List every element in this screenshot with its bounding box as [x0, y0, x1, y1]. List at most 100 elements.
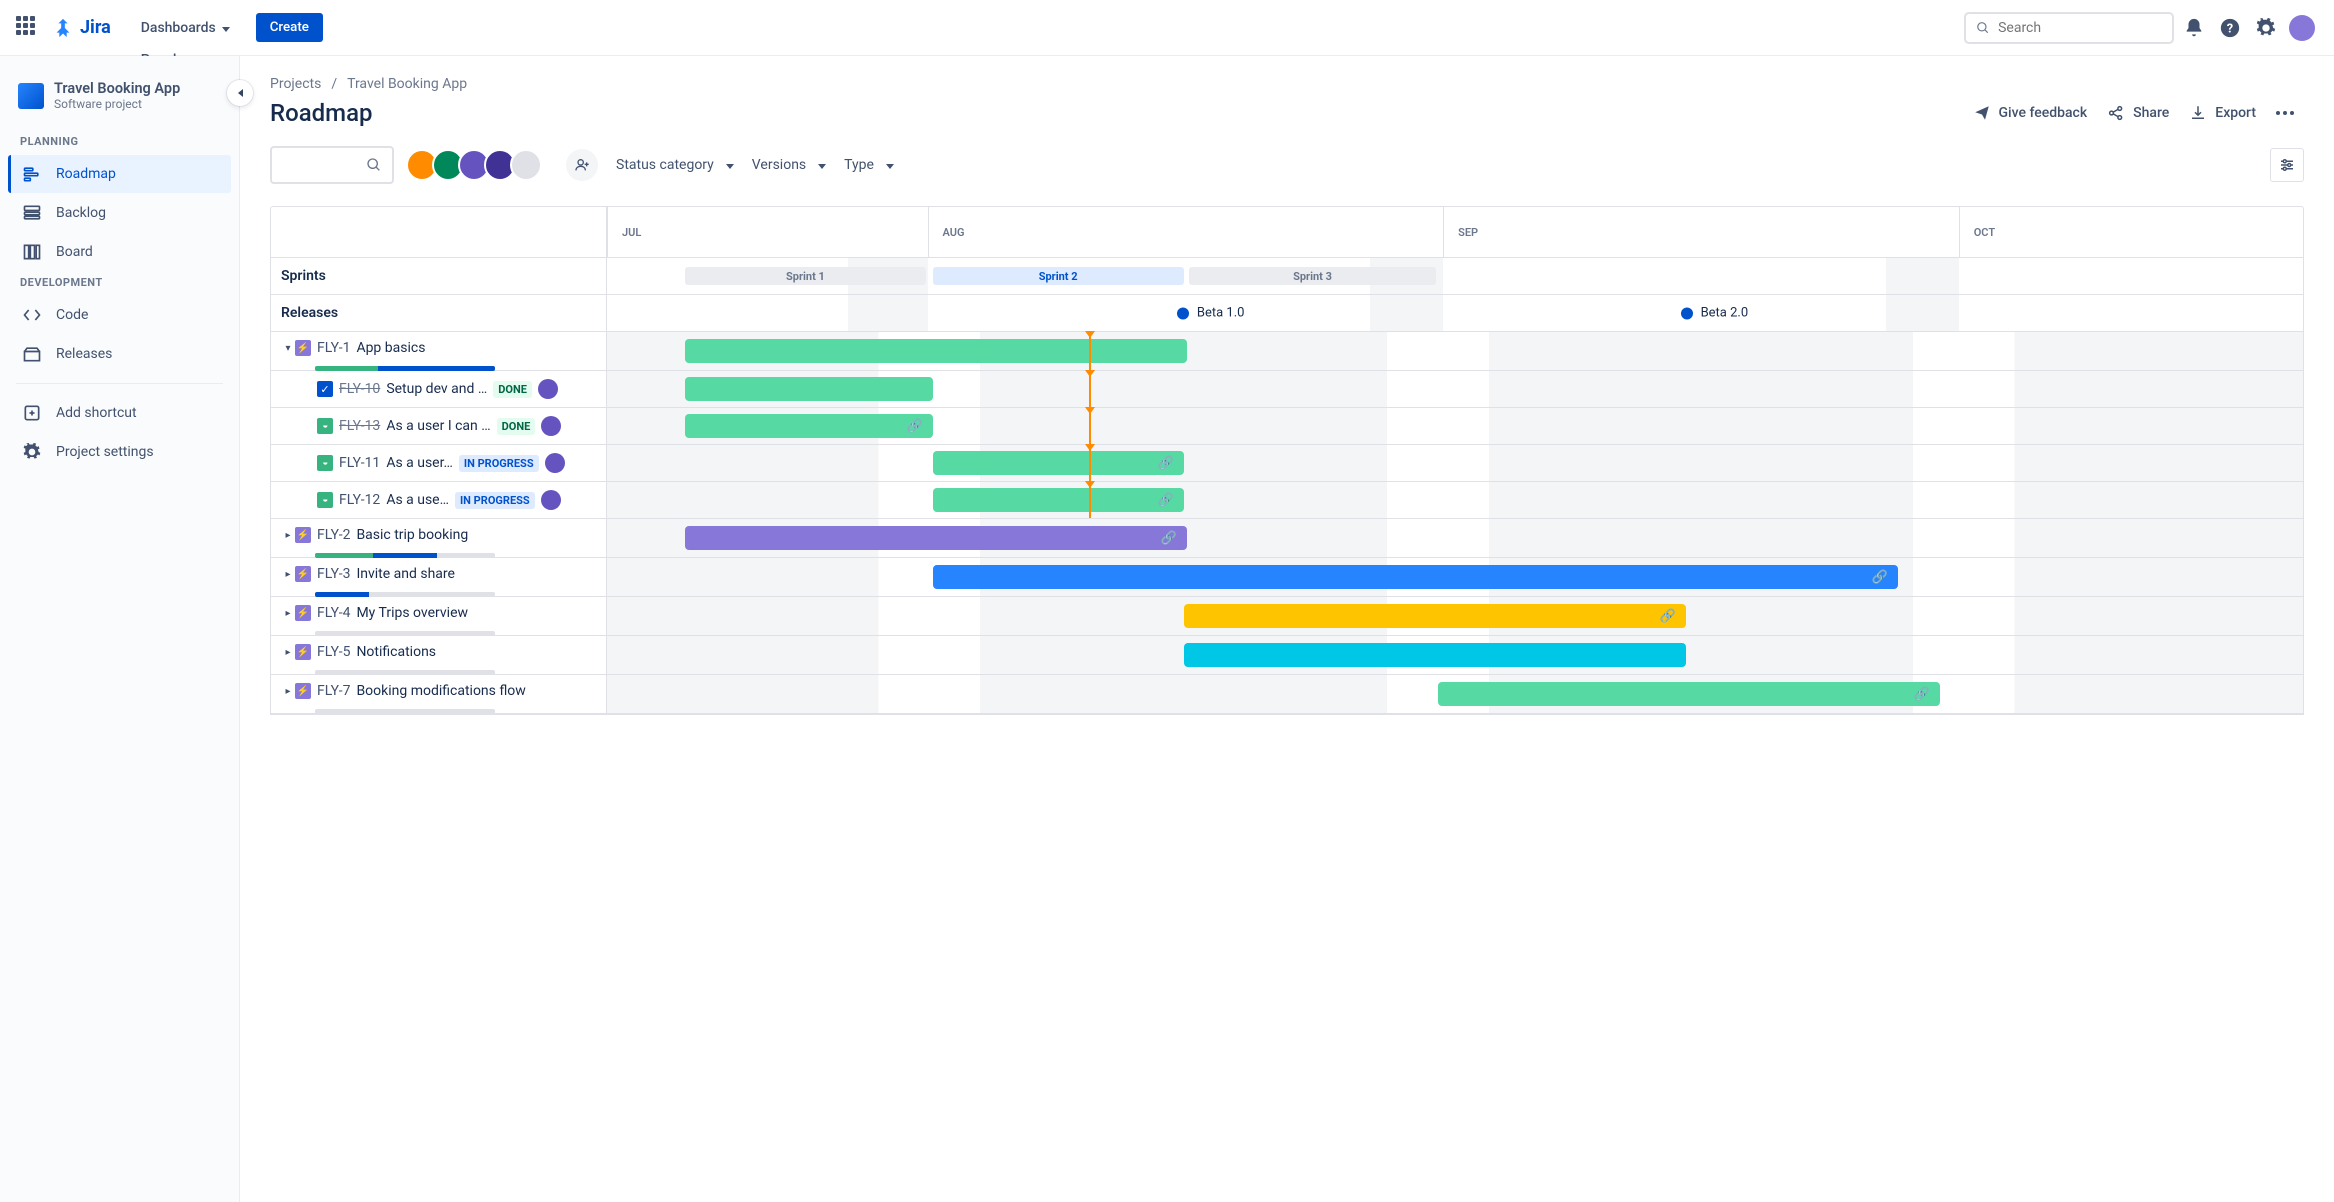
- issue-summary[interactable]: Basic trip booking: [356, 527, 468, 543]
- expand-toggle[interactable]: ▸: [281, 647, 295, 658]
- top-navigation: Jira Your work Projects Filters Dashboar…: [0, 0, 2334, 56]
- task-icon: [317, 381, 333, 397]
- roadmap-search[interactable]: [270, 146, 394, 184]
- releases-label: Releases: [271, 295, 607, 331]
- assignee-avatar[interactable]: [541, 490, 561, 510]
- jira-logo[interactable]: Jira: [52, 17, 111, 39]
- issue-summary[interactable]: Booking modifications flow: [356, 683, 525, 699]
- link-icon: 🔗: [1161, 531, 1177, 546]
- assignee-avatar[interactable]: [538, 379, 558, 399]
- today-marker: [1089, 332, 1091, 370]
- project-type: Software project: [54, 97, 180, 111]
- issue-summary[interactable]: As a use…: [386, 492, 449, 508]
- story-icon: [317, 492, 333, 508]
- issue-key[interactable]: FLY-3: [317, 566, 350, 582]
- epic-icon: [295, 644, 311, 660]
- epic-icon: [295, 340, 311, 356]
- issue-summary[interactable]: Notifications: [356, 644, 436, 660]
- sidebar-item-add-shortcut[interactable]: Add shortcut: [8, 394, 231, 432]
- expand-toggle[interactable]: ▸: [281, 530, 295, 541]
- expand-toggle[interactable]: ▾: [281, 343, 295, 354]
- issue-key[interactable]: FLY-4: [317, 605, 350, 621]
- sprint-sprint-1[interactable]: Sprint 1: [685, 267, 926, 285]
- give-feedback-button[interactable]: Give feedback: [1963, 98, 2098, 128]
- app-switcher-icon[interactable]: [16, 16, 40, 40]
- sprint-sprint-2[interactable]: Sprint 2: [933, 267, 1184, 285]
- sidebar-item-code[interactable]: Code: [8, 296, 231, 334]
- expand-toggle[interactable]: ▸: [281, 569, 295, 580]
- issue-key[interactable]: FLY-1: [317, 340, 350, 356]
- breadcrumb: Projects / Travel Booking App: [270, 76, 2304, 92]
- assignee-avatar[interactable]: [545, 453, 565, 473]
- breadcrumb-project[interactable]: Travel Booking App: [347, 76, 467, 92]
- sprint-sprint-3[interactable]: Sprint 3: [1189, 267, 1437, 285]
- page-title: Roadmap: [270, 99, 1963, 127]
- issue-key[interactable]: FLY-10: [339, 381, 380, 397]
- epic-icon: [295, 605, 311, 621]
- issue-key[interactable]: FLY-7: [317, 683, 350, 699]
- assignee-filter[interactable]: [412, 149, 542, 181]
- issue-summary[interactable]: My Trips overview: [356, 605, 468, 621]
- link-icon: 🔗: [906, 419, 922, 434]
- issue-key[interactable]: FLY-12: [339, 492, 380, 508]
- link-icon: 🔗: [1914, 687, 1930, 702]
- share-button[interactable]: Share: [2097, 98, 2179, 128]
- nav-dashboards[interactable]: Dashboards: [131, 12, 240, 44]
- project-sidebar: Travel Booking App Software project PLAN…: [0, 56, 240, 1202]
- release-beta-1-0[interactable]: Beta 1.0: [1177, 306, 1245, 321]
- release-beta-2-0[interactable]: Beta 2.0: [1681, 306, 1749, 321]
- help-icon[interactable]: ?: [2214, 12, 2246, 44]
- expand-toggle[interactable]: ▸: [281, 686, 295, 697]
- issue-key[interactable]: FLY-13: [339, 418, 380, 434]
- assignee-avatar[interactable]: [541, 416, 561, 436]
- main-content: Projects / Travel Booking App Roadmap Gi…: [240, 56, 2334, 1202]
- epic-icon: [295, 527, 311, 543]
- section-development: DEVELOPMENT: [8, 272, 231, 295]
- versions-filter[interactable]: Versions: [752, 157, 826, 173]
- more-actions-button[interactable]: [2266, 105, 2304, 121]
- collapse-sidebar-button[interactable]: [227, 80, 253, 106]
- nav-filters[interactable]: Filters: [131, 0, 240, 12]
- issue-summary[interactable]: Setup dev and …: [386, 381, 487, 397]
- project-name: Travel Booking App: [54, 80, 180, 97]
- expand-toggle[interactable]: ▸: [281, 608, 295, 619]
- issue-key[interactable]: FLY-5: [317, 644, 350, 660]
- sidebar-item-board[interactable]: Board: [8, 233, 231, 271]
- month-header: OCT: [1959, 207, 2303, 257]
- status-badge: IN PROGRESS: [455, 492, 535, 509]
- notifications-icon[interactable]: [2178, 12, 2210, 44]
- month-header: SEP: [1443, 207, 1959, 257]
- issue-key[interactable]: FLY-2: [317, 527, 350, 543]
- progress-bar: [315, 709, 495, 714]
- sprints-label: Sprints: [271, 258, 607, 294]
- settings-icon[interactable]: [2250, 12, 2282, 44]
- roadmap-timeline: JULAUGSEPOCTSprintsSprint 1Sprint 2Sprin…: [270, 206, 2304, 715]
- sidebar-item-releases[interactable]: Releases: [8, 335, 231, 373]
- search-input[interactable]: [1964, 12, 2174, 44]
- issue-key[interactable]: FLY-11: [339, 455, 380, 471]
- story-icon: [317, 455, 333, 471]
- sidebar-item-backlog[interactable]: Backlog: [8, 194, 231, 232]
- issue-summary[interactable]: App basics: [356, 340, 425, 356]
- month-header: JUL: [607, 207, 928, 257]
- status-badge: DONE: [497, 418, 536, 435]
- link-icon: 🔗: [1157, 456, 1173, 471]
- create-button[interactable]: Create: [256, 13, 323, 42]
- status-category-filter[interactable]: Status category: [616, 157, 734, 173]
- epic-icon: [295, 683, 311, 699]
- issue-summary[interactable]: As a user…: [386, 455, 453, 471]
- issue-summary[interactable]: Invite and share: [356, 566, 455, 582]
- svg-text:?: ?: [2227, 21, 2233, 36]
- sidebar-item-project-settings[interactable]: Project settings: [8, 433, 231, 471]
- add-people-button[interactable]: [566, 149, 598, 181]
- story-icon: [317, 418, 333, 434]
- type-filter[interactable]: Type: [844, 157, 894, 173]
- status-badge: DONE: [493, 381, 532, 398]
- export-button[interactable]: Export: [2179, 98, 2266, 128]
- issue-summary[interactable]: As a user I can …: [386, 418, 490, 434]
- view-settings-button[interactable]: [2270, 148, 2304, 182]
- sidebar-item-roadmap[interactable]: Roadmap: [8, 155, 231, 193]
- link-icon: 🔗: [1871, 570, 1887, 585]
- profile-avatar[interactable]: [2286, 12, 2318, 44]
- breadcrumb-projects[interactable]: Projects: [270, 76, 321, 92]
